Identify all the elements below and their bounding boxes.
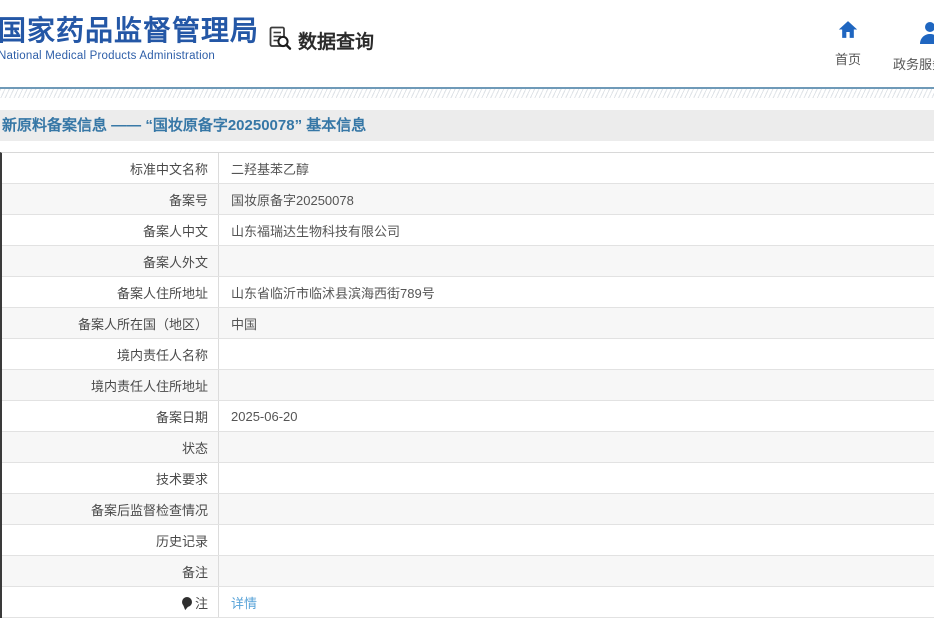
table-row: 标准中文名称二羟基苯乙醇 [2, 153, 934, 184]
row-value [218, 525, 934, 555]
row-label-text: 备案人中文 [143, 221, 208, 240]
row-label-text: 备案日期 [156, 407, 208, 426]
row-label-text: 备案号 [169, 190, 208, 209]
row-value: 山东福瑞达生物科技有限公司 [218, 215, 934, 245]
row-label-text: 标准中文名称 [130, 159, 208, 178]
header-hatch-strip [0, 89, 934, 98]
nav-item-services[interactable]: 政务服务 [893, 20, 934, 73]
row-label-text: 备案人所在国（地区） [78, 314, 208, 333]
row-label: 备注 [2, 556, 218, 586]
row-value [218, 556, 934, 586]
nav-home-label: 首页 [835, 49, 861, 68]
table-row: 备案人住所地址山东省临沂市临沭县滨海西街789号 [2, 277, 934, 308]
row-label: 注 [2, 587, 218, 617]
table-row: 备案人中文山东福瑞达生物科技有限公司 [2, 215, 934, 246]
services-icon [917, 20, 934, 49]
row-label-text: 注 [195, 593, 208, 612]
row-label: 境内责任人名称 [2, 339, 218, 369]
row-label: 备案日期 [2, 401, 218, 431]
logo-subtitle: National Medical Products Administration [0, 50, 259, 62]
table-row: 备注 [2, 556, 934, 587]
row-value [218, 494, 934, 524]
row-label-text: 境内责任人名称 [117, 345, 208, 364]
row-label: 备案后监督检查情况 [2, 494, 218, 524]
table-row: 注 详情 [2, 587, 934, 618]
document-search-icon [266, 24, 293, 56]
row-label-text: 备案后监督检查情况 [91, 500, 208, 519]
row-label: 备案人所在国（地区） [2, 308, 218, 338]
row-value: 二羟基苯乙醇 [218, 153, 934, 183]
table-row: 备案号国妆原备字20250078 [2, 184, 934, 215]
page-title: 新原料备案信息 —— “国妆原备字20250078” 基本信息 [0, 110, 934, 141]
data-query-label: 数据查询 [298, 27, 374, 54]
table-row: 备案人外文 [2, 246, 934, 277]
row-label: 备案人中文 [2, 215, 218, 245]
row-label: 技术要求 [2, 463, 218, 493]
info-table: 标准中文名称二羟基苯乙醇备案号国妆原备字20250078备案人中文山东福瑞达生物… [0, 152, 934, 618]
nav-services-label: 政务服务 [893, 54, 934, 73]
row-value [218, 463, 934, 493]
row-value [218, 370, 934, 400]
page-title-bar: 新原料备案信息 —— “国妆原备字20250078” 基本信息 [0, 110, 934, 141]
row-label-text: 技术要求 [156, 469, 208, 488]
row-label: 历史记录 [2, 525, 218, 555]
row-label: 境内责任人住所地址 [2, 370, 218, 400]
row-label: 备案人外文 [2, 246, 218, 276]
row-label-text: 境内责任人住所地址 [91, 376, 208, 395]
row-label: 备案号 [2, 184, 218, 214]
row-label: 状态 [2, 432, 218, 462]
table-row: 备案人所在国（地区） 中国 [2, 308, 934, 339]
table-row: 备案日期 2025-06-20 [2, 401, 934, 432]
row-value [218, 339, 934, 369]
row-label-text: 备案人住所地址 [117, 283, 208, 302]
row-label: 标准中文名称 [2, 153, 218, 183]
detail-link[interactable]: 详情 [231, 593, 257, 612]
nav-item-home[interactable]: 首页 [826, 20, 870, 68]
table-row: 状态 [2, 432, 934, 463]
table-row: 技术要求 [2, 463, 934, 494]
row-value: 山东省临沂市临沭县滨海西街789号 [218, 277, 934, 307]
row-value: 中国 [218, 308, 934, 338]
logo-title: 国家药品监督管理局 [0, 15, 259, 47]
row-label-text: 备注 [182, 562, 208, 581]
table-row: 备案后监督检查情况 [2, 494, 934, 525]
home-icon [838, 20, 858, 44]
row-value: 2025-06-20 [218, 401, 934, 431]
row-label-text: 状态 [182, 438, 208, 457]
pin-icon [182, 597, 192, 607]
nmpa-logo[interactable]: 国家药品监督管理局 National Medical Products Admi… [0, 15, 259, 62]
site-header: 国家药品监督管理局 National Medical Products Admi… [0, 0, 934, 87]
data-query-section[interactable]: 数据查询 [266, 24, 374, 56]
row-label: 备案人住所地址 [2, 277, 218, 307]
table-row: 境内责任人名称 [2, 339, 934, 370]
row-value: 详情 [218, 587, 934, 617]
row-value [218, 246, 934, 276]
row-value: 国妆原备字20250078 [218, 184, 934, 214]
row-label-text: 备案人外文 [143, 252, 208, 271]
row-value [218, 432, 934, 462]
table-row: 境内责任人住所地址 [2, 370, 934, 401]
table-row: 历史记录 [2, 525, 934, 556]
row-label-text: 历史记录 [156, 531, 208, 550]
